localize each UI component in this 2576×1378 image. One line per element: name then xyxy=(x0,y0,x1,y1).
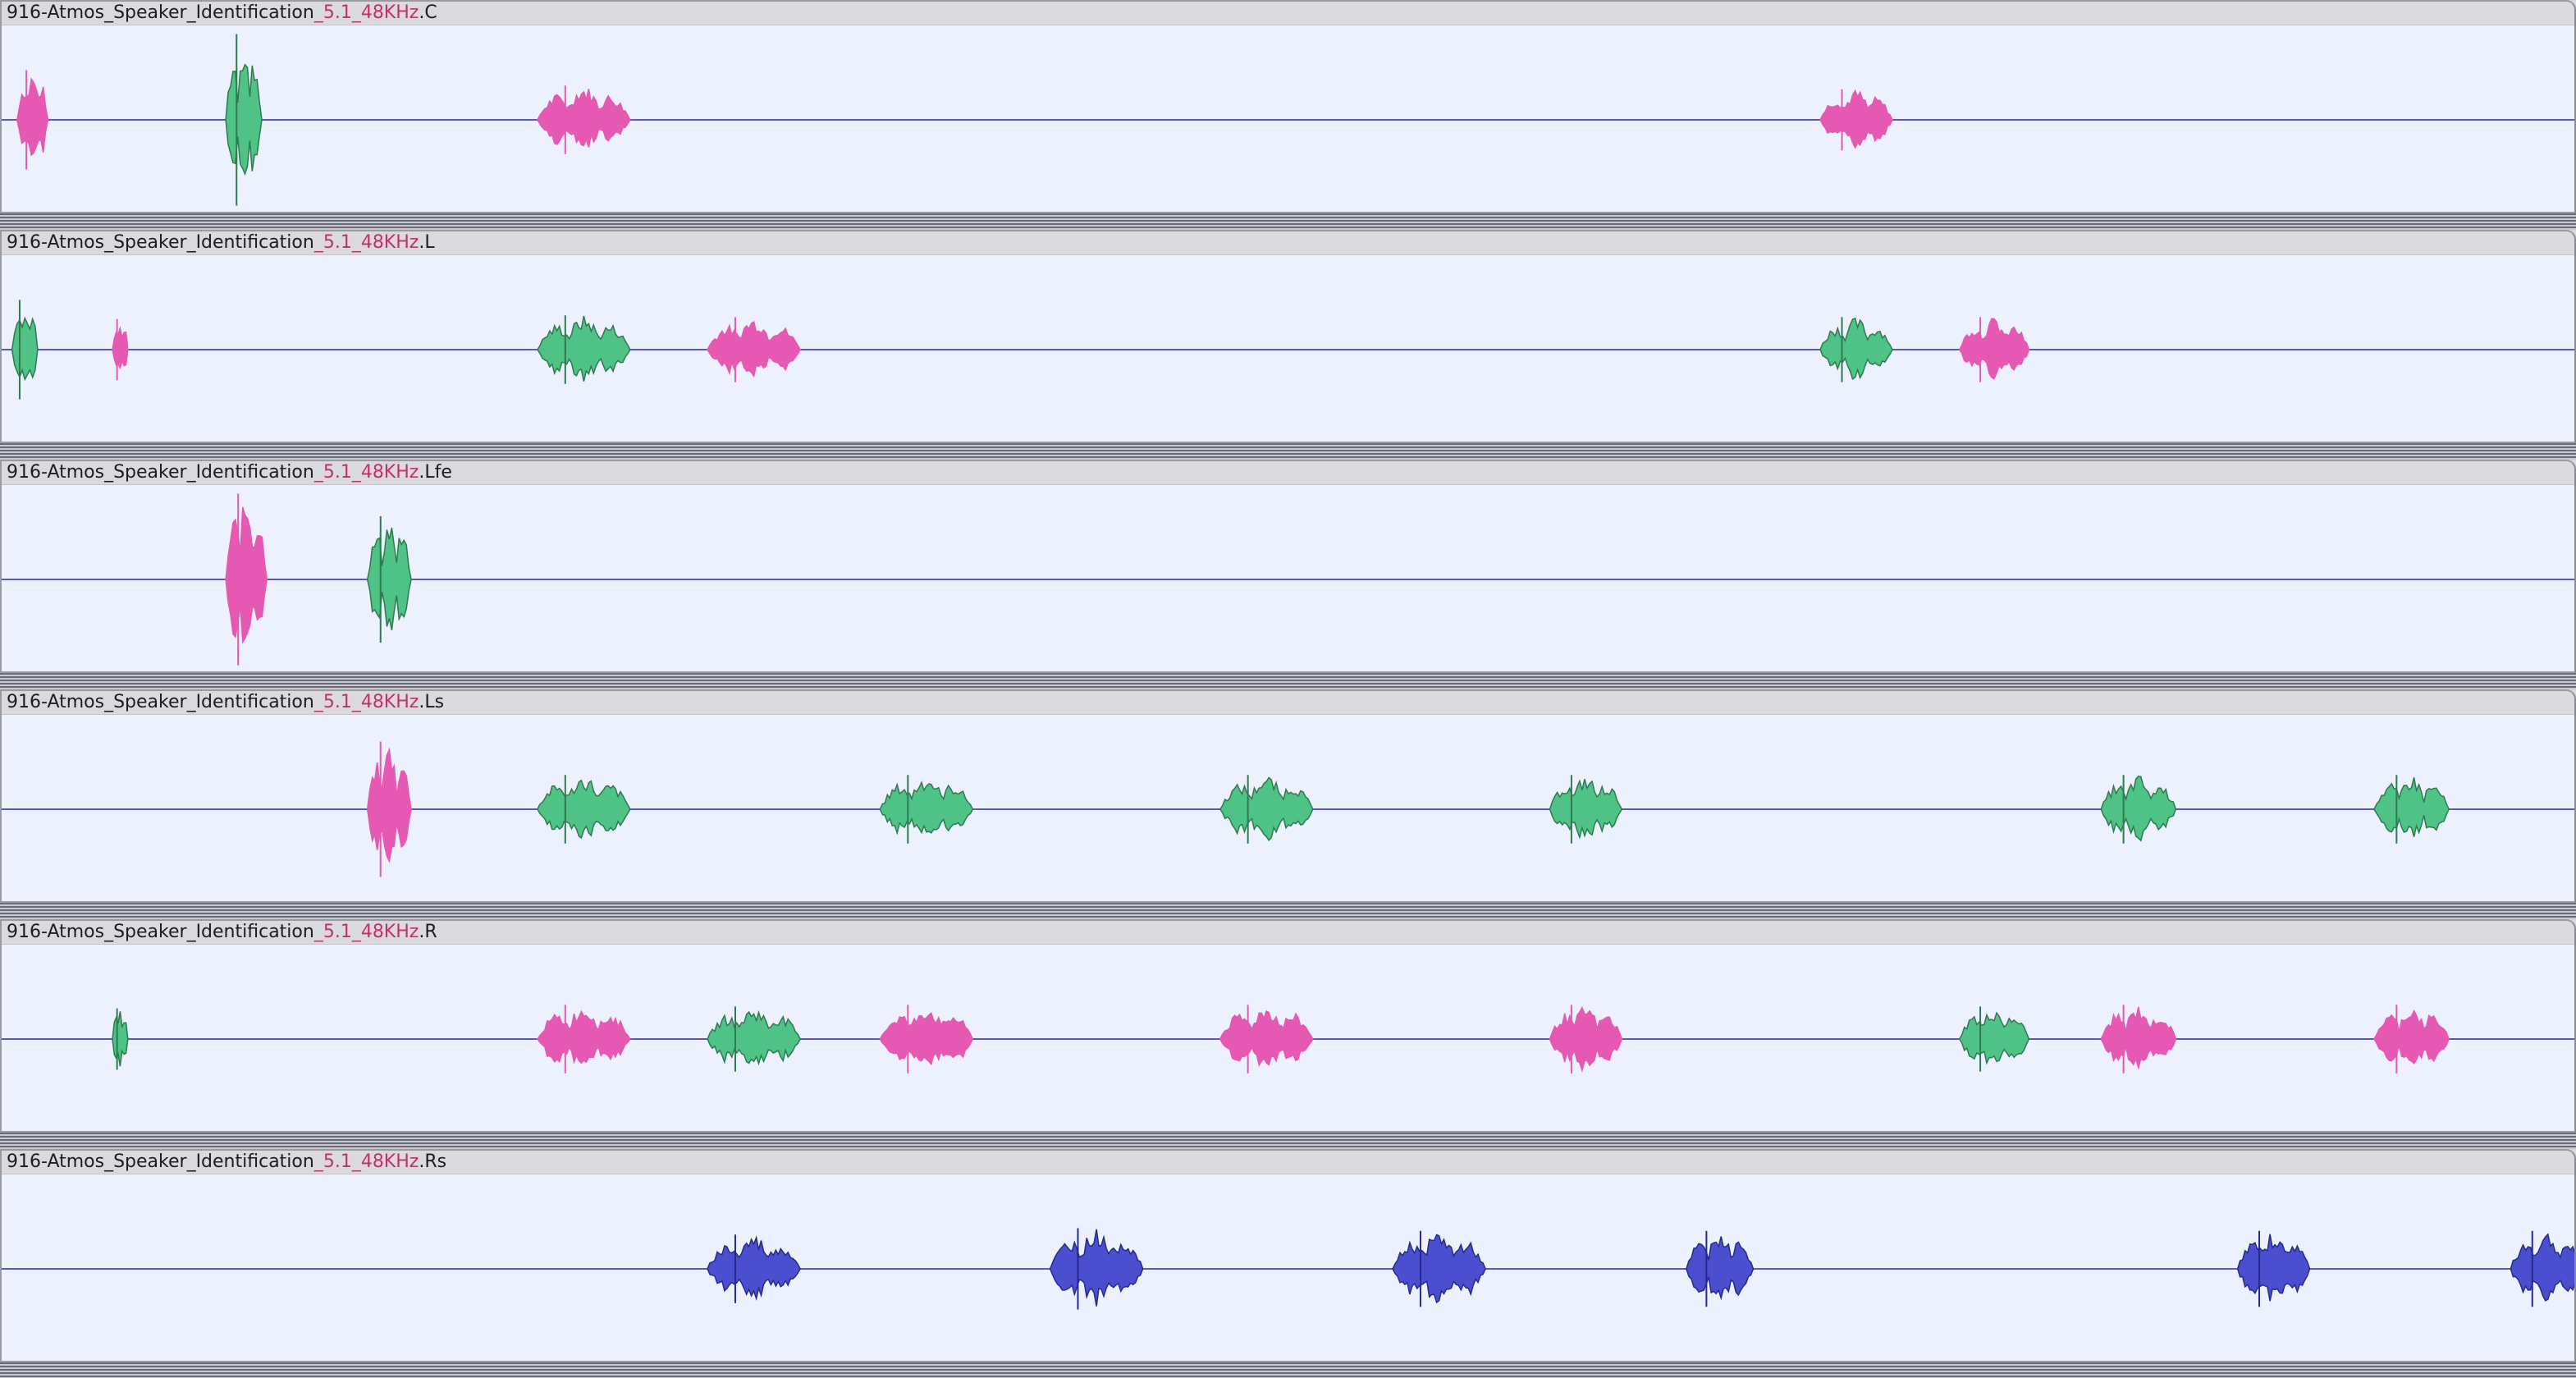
waveform-ls[interactable] xyxy=(2,714,2576,903)
track-name-label: 916-Atmos_Speaker_Identification_5.1_48K… xyxy=(7,1151,447,1172)
audio-clip-pink[interactable] xyxy=(16,77,49,157)
track-name-bar[interactable]: 916-Atmos_Speaker_Identification_5.1_48K… xyxy=(2,921,2574,945)
audio-clip-green[interactable] xyxy=(536,315,631,382)
track-ls[interactable]: 916-Atmos_Speaker_Identification_5.1_48K… xyxy=(0,689,2576,903)
audio-clip-pink[interactable] xyxy=(1958,318,2030,380)
track-rs[interactable]: 916-Atmos_Speaker_Identification_5.1_48K… xyxy=(0,1149,2576,1362)
track-name-bar[interactable]: 916-Atmos_Speaker_Identification_5.1_48K… xyxy=(2,691,2574,715)
track-name-label: 916-Atmos_Speaker_Identification_5.1_48K… xyxy=(7,922,437,942)
track-divider[interactable] xyxy=(0,1133,2576,1149)
track-name-label: 916-Atmos_Speaker_Identification_5.1_48K… xyxy=(7,462,452,483)
audio-clip-green[interactable] xyxy=(112,1011,129,1067)
audio-clip-green[interactable] xyxy=(2100,776,2177,842)
audio-clip-pink[interactable] xyxy=(112,325,129,370)
audio-clip-pink[interactable] xyxy=(537,89,631,148)
waveform-l[interactable] xyxy=(2,254,2576,443)
track-divider[interactable] xyxy=(0,213,2576,230)
audio-clip-pink[interactable] xyxy=(2373,1009,2450,1064)
waveform-r[interactable] xyxy=(2,944,2576,1133)
track-name-bar[interactable]: 916-Atmos_Speaker_Identification_5.1_48K… xyxy=(2,461,2574,485)
audio-clip-blue[interactable] xyxy=(2510,1233,2576,1302)
track-name-bar[interactable]: 916-Atmos_Speaker_Identification_5.1_48K… xyxy=(2,1151,2574,1174)
audio-clip-pink[interactable] xyxy=(366,747,412,863)
track-c[interactable]: 916-Atmos_Speaker_Identification_5.1_48K… xyxy=(0,0,2576,213)
audio-clip-green[interactable] xyxy=(11,316,39,382)
audio-clip-pink[interactable] xyxy=(1819,89,1893,149)
audio-clip-green[interactable] xyxy=(707,1009,801,1066)
audio-clip-pink[interactable] xyxy=(1219,1009,1314,1067)
waveform-c[interactable] xyxy=(2,25,2576,213)
audio-clip-green[interactable] xyxy=(879,781,974,835)
track-divider[interactable] xyxy=(0,903,2576,919)
audio-clip-green[interactable] xyxy=(366,527,412,630)
audio-clip-blue[interactable] xyxy=(1686,1236,1755,1301)
audio-clip-green[interactable] xyxy=(1219,776,1314,841)
track-divider[interactable] xyxy=(0,443,2576,460)
track-name-label: 916-Atmos_Speaker_Identification_5.1_48K… xyxy=(7,2,437,23)
audio-clip-green[interactable] xyxy=(1819,317,1893,380)
track-name-bar[interactable]: 916-Atmos_Speaker_Identification_5.1_48K… xyxy=(2,231,2574,255)
audio-clip-pink[interactable] xyxy=(536,1009,631,1064)
audio-clip-blue[interactable] xyxy=(1049,1229,1144,1307)
audio-clip-blue[interactable] xyxy=(1392,1234,1486,1304)
audio-clip-green[interactable] xyxy=(1958,1011,2030,1065)
audio-clip-pink[interactable] xyxy=(225,506,268,644)
track-l[interactable]: 916-Atmos_Speaker_Identification_5.1_48K… xyxy=(0,230,2576,443)
audio-clip-pink[interactable] xyxy=(2100,1006,2177,1070)
track-name-bar[interactable]: 916-Atmos_Speaker_Identification_5.1_48K… xyxy=(2,2,2574,25)
audio-clip-green[interactable] xyxy=(1549,779,1623,840)
audio-clip-pink[interactable] xyxy=(1549,1005,1623,1073)
audio-clip-green[interactable] xyxy=(2373,777,2450,837)
track-divider[interactable] xyxy=(0,1362,2576,1378)
audio-clip-green[interactable] xyxy=(225,63,263,176)
track-name-label: 916-Atmos_Speaker_Identification_5.1_48K… xyxy=(7,692,445,712)
track-divider[interactable] xyxy=(0,673,2576,689)
audio-clip-blue[interactable] xyxy=(707,1235,801,1302)
track-lfe[interactable]: 916-Atmos_Speaker_Identification_5.1_48K… xyxy=(0,460,2576,673)
audio-clip-pink[interactable] xyxy=(707,320,801,378)
audio-clip-pink[interactable] xyxy=(879,1012,974,1066)
waveform-rs[interactable] xyxy=(2,1174,2576,1362)
audio-clip-green[interactable] xyxy=(537,779,631,840)
waveform-lfe[interactable] xyxy=(2,484,2576,673)
audio-clip-blue[interactable] xyxy=(2236,1234,2311,1302)
track-name-label: 916-Atmos_Speaker_Identification_5.1_48K… xyxy=(7,232,435,253)
track-r[interactable]: 916-Atmos_Speaker_Identification_5.1_48K… xyxy=(0,919,2576,1133)
